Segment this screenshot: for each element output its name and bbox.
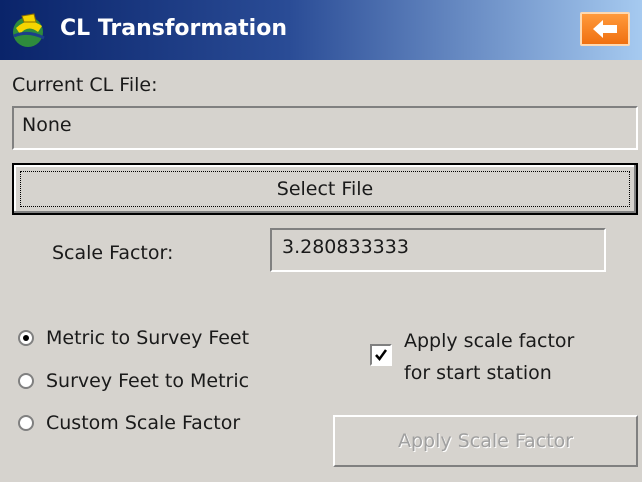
radio-label: Metric to Survey Feet [46,327,250,349]
radio-button [18,415,34,431]
scale-factor-field: 3.280833333 [270,228,606,272]
select-file-button[interactable]: Select File [12,163,638,215]
current-file-label: Current CL File: [12,74,158,96]
radio-button [18,373,34,389]
apply-start-station-label-line2: for start station [404,362,552,384]
apply-start-station-label-line1: Apply scale factor [404,330,575,352]
apply-scale-factor-label: Apply Scale Factor [398,430,573,452]
focus-outline [20,171,630,207]
scale-factor-label: Scale Factor: [52,242,174,264]
back-button[interactable] [580,12,630,46]
app-logo-icon [13,13,45,47]
radio-label: Survey Feet to Metric [46,370,250,392]
checkmark-icon [375,349,388,362]
radio-label: Custom Scale Factor [46,412,241,434]
apply-scale-factor-button[interactable]: Apply Scale Factor [333,415,638,467]
radio-survey-feet-to-metric[interactable]: Survey Feet to Metric [18,370,249,392]
apply-start-station-checkbox[interactable] [370,344,392,366]
title-bar: CL Transformation [0,0,642,60]
current-file-field: None [12,106,638,150]
radio-custom-scale-factor[interactable]: Custom Scale Factor [18,412,240,434]
radio-metric-to-survey-feet[interactable]: Metric to Survey Feet [18,327,249,349]
window-title: CL Transformation [60,16,288,41]
back-arrow-icon [593,20,617,38]
radio-button [18,330,34,346]
